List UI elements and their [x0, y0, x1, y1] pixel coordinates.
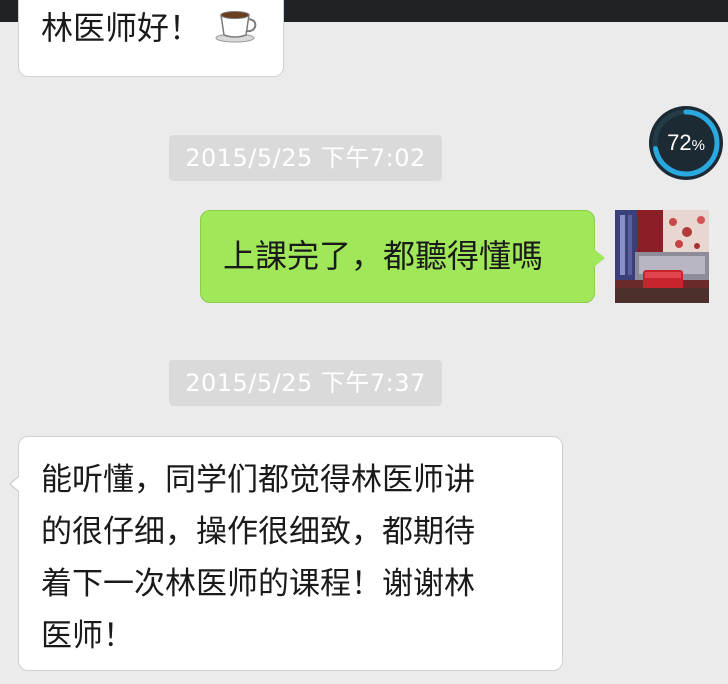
progress-number: 72	[667, 130, 692, 155]
progress-percentage: 72%	[648, 105, 724, 181]
message-timestamp: 2015/5/25 下午7:02	[169, 135, 442, 181]
sent-message-bubble[interactable]: 上課完了，都聽得懂嗎	[200, 210, 605, 303]
received-message-bubble[interactable]: 能听懂，同学们都觉得林医师讲 的很仔细，操作很细致，都期待 着下一次林医师的课程…	[9, 436, 563, 671]
received-message-bubble[interactable]: 林医师好！	[18, 0, 284, 77]
progress-unit: %	[691, 137, 705, 154]
progress-ring[interactable]: 72%	[648, 105, 724, 181]
message-timestamp: 2015/5/25 下午7:37	[169, 360, 442, 406]
message-text: 能听懂，同学们都觉得林医师讲 的很仔细，操作很细致，都期待 着下一次林医师的课程…	[41, 462, 475, 654]
coffee-cup-icon	[215, 7, 259, 52]
message-text: 上課完了，都聽得懂嗎	[223, 237, 544, 275]
avatar-image[interactable]	[615, 210, 709, 303]
message-text: 林医师好！	[41, 9, 202, 47]
